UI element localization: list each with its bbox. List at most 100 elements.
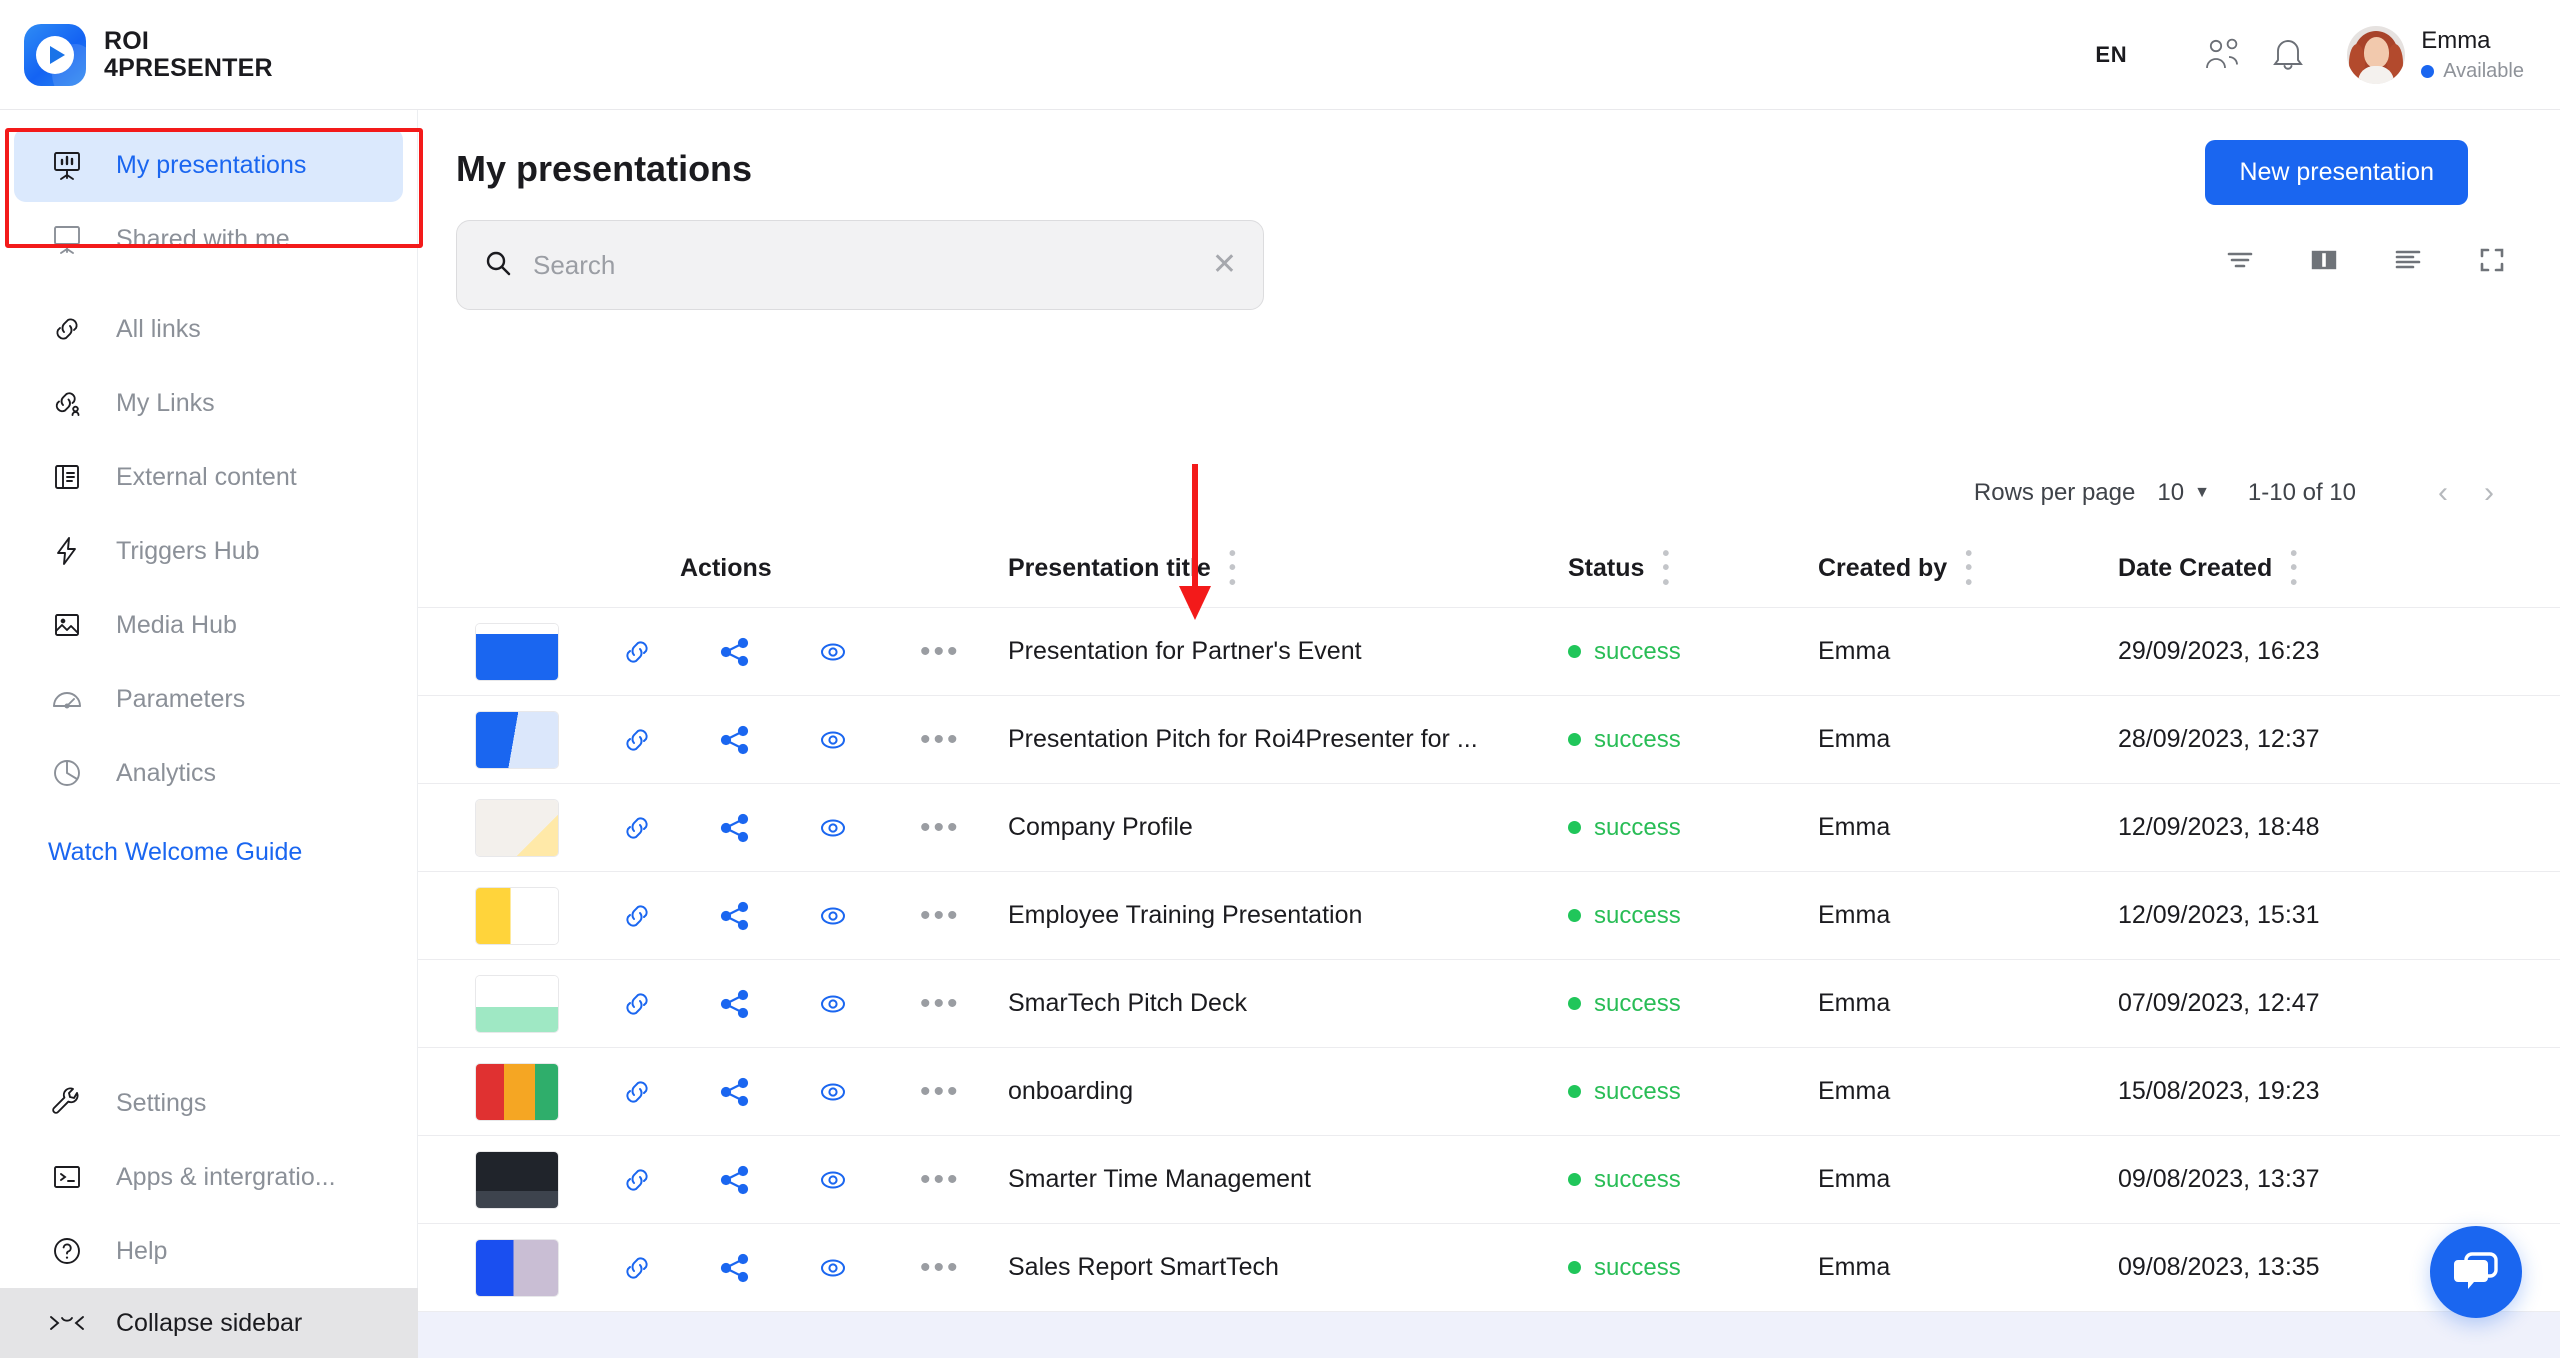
presentation-thumbnail[interactable] [476,711,558,768]
sidebar-item-parameters[interactable]: Parameters [14,662,403,736]
sidebar-item-triggers-hub[interactable]: Triggers Hub [14,514,403,588]
link-icon[interactable] [588,987,686,1021]
sidebar-item-all-links[interactable]: All links [14,292,403,366]
sidebar-item-external-content[interactable]: External content [14,440,403,514]
link-icon[interactable] [588,899,686,933]
row-date-created: 29/09/2023, 16:23 [2118,637,2320,665]
sidebar-item-settings[interactable]: Settings [14,1066,404,1140]
table-footer [418,1312,2560,1358]
sidebar-item-apps-integrations[interactable]: Apps & intergratio... [14,1140,404,1214]
column-header-status[interactable]: Status • • • [1568,544,1818,593]
eye-icon[interactable] [784,1251,882,1285]
brand-line1: ROI [104,26,150,55]
share-icon[interactable] [686,987,784,1021]
row-title[interactable]: Company Profile [1008,813,1568,842]
link-icon[interactable] [588,1251,686,1285]
share-icon[interactable] [686,1251,784,1285]
close-icon[interactable]: ✕ [1212,250,1237,280]
link-icon[interactable] [588,635,686,669]
sidebar-item-media-hub[interactable]: Media Hub [14,588,403,662]
table-row[interactable]: ••• SmarTech Pitch Deck success Emma 07/09/2… [418,960,2560,1048]
sidebar-item-my-links[interactable]: My Links [14,366,403,440]
people-icon[interactable] [2195,24,2257,86]
column-header-date-created[interactable]: Date Created • • • [2118,544,2458,593]
watch-welcome-guide-link[interactable]: Watch Welcome Guide [0,838,417,867]
row-title[interactable]: Presentation Pitch for Roi4Presenter for… [1008,725,1568,754]
share-icon[interactable] [686,1163,784,1197]
column-menu-icon[interactable]: • • • [1662,544,1669,593]
sidebar-item-my-presentations[interactable]: My presentations [14,128,403,202]
search-input[interactable]: Search ✕ [456,220,1264,310]
status-label: success [1594,1165,1681,1193]
share-icon[interactable] [686,635,784,669]
presentation-thumbnail[interactable] [476,1063,558,1120]
bell-icon[interactable] [2257,24,2319,86]
share-icon[interactable] [686,723,784,757]
column-menu-icon[interactable]: • • • [1965,544,1972,593]
sidebar-item-analytics[interactable]: Analytics [14,736,403,810]
presentation-thumbnail[interactable] [476,975,558,1032]
link-icon[interactable] [588,723,686,757]
table-row[interactable]: ••• Employee Training Presentation success… [418,872,2560,960]
filter-icon[interactable] [2218,238,2262,282]
link-icon[interactable] [588,811,686,845]
status-dot [2421,65,2435,78]
eye-icon[interactable] [784,1075,882,1109]
column-menu-icon[interactable]: • • • [2290,544,2297,593]
row-title[interactable]: SmarTech Pitch Deck [1008,989,1568,1018]
table-row[interactable]: ••• Sales Report SmartTech success Emma 09/0… [418,1224,2560,1312]
column-menu-icon[interactable]: • • • [1229,544,1236,593]
eye-icon[interactable] [784,1163,882,1197]
column-header-presentation-title[interactable]: Presentation title • • • [1008,544,1568,593]
eye-icon[interactable] [784,723,882,757]
eye-icon[interactable] [784,635,882,669]
column-header-actions[interactable]: Actions [588,554,898,583]
status-label: success [1594,1077,1681,1105]
rows-per-page-value[interactable]: 10 [2157,479,2184,507]
eye-icon[interactable] [784,811,882,845]
collapse-sidebar-button[interactable]: Collapse sidebar [0,1288,418,1358]
table-row[interactable]: ••• Presentation for Partner's Event succe… [418,608,2560,696]
presentation-thumbnail[interactable] [476,623,558,680]
sidebar-item-shared-with-me[interactable]: Shared with me [14,202,403,276]
row-date-created: 12/09/2023, 18:48 [2118,813,2320,841]
row-title[interactable]: onboarding [1008,1077,1568,1106]
share-icon[interactable] [686,899,784,933]
link-icon[interactable] [588,1163,686,1197]
share-icon[interactable] [686,811,784,845]
chat-bubble-icon[interactable] [2430,1226,2522,1318]
row-title[interactable]: Sales Report SmartTech [1008,1253,1568,1282]
row-title[interactable]: Employee Training Presentation [1008,901,1568,930]
columns-icon[interactable] [2302,238,2346,282]
chevron-down-icon[interactable]: ▼ [2194,484,2210,502]
table-row[interactable]: ••• onboarding success Emma 15/08/2023, 19:2… [418,1048,2560,1136]
column-header-created-by[interactable]: Created by • • • [1818,544,2118,593]
presentation-thumbnail[interactable] [476,887,558,944]
row-created-by: Emma [1818,1253,1891,1281]
table-row[interactable]: ••• Presentation Pitch for Roi4Presenter … [418,696,2560,784]
table-row[interactable]: ••• Smarter Time Management success Emma 09/… [418,1136,2560,1224]
language-selector[interactable]: EN [2095,42,2127,68]
eye-icon[interactable] [784,987,882,1021]
presentation-thumbnail[interactable] [476,799,558,856]
fullscreen-icon[interactable] [2470,238,2514,282]
user-menu[interactable]: Emma Available [2347,25,2524,84]
density-icon[interactable] [2386,238,2430,282]
status-badge: success [1568,814,1818,842]
new-presentation-button[interactable]: New presentation [2205,140,2468,205]
table-row[interactable]: ••• Company Profile success Emma 12/09/2023,… [418,784,2560,872]
eye-icon[interactable] [784,899,882,933]
row-title[interactable]: Smarter Time Management [1008,1165,1568,1194]
presentation-thumbnail[interactable] [476,1151,558,1208]
chevron-left-icon[interactable]: ‹ [2420,470,2466,516]
wrench-icon [48,1084,86,1122]
table-header-row: Actions Presentation title • • • Status • •… [418,530,2560,608]
presentation-thumbnail[interactable] [476,1239,558,1296]
row-created-by: Emma [1818,725,1891,753]
chevron-right-icon[interactable]: › [2466,470,2512,516]
brand-logo[interactable]: ROI 4PRESENTER [0,23,273,86]
link-icon[interactable] [588,1075,686,1109]
row-title[interactable]: Presentation for Partner's Event [1008,637,1568,666]
share-icon[interactable] [686,1075,784,1109]
sidebar-item-help[interactable]: Help [14,1214,404,1288]
